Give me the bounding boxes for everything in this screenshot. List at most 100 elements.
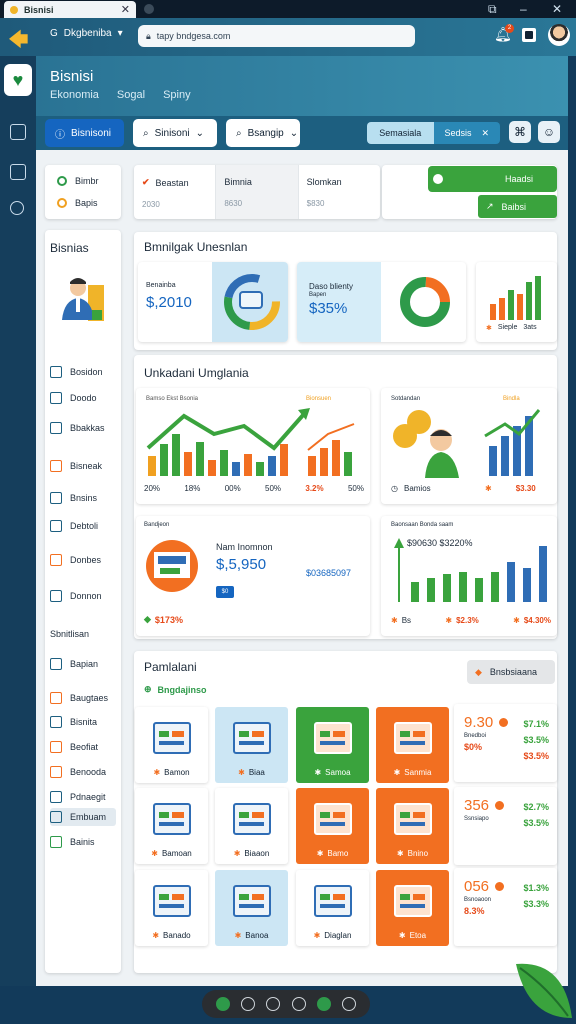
sidebar-item-label: Embuam xyxy=(70,812,107,822)
close-icon[interactable]: ✕ xyxy=(481,128,489,139)
segment-a[interactable]: Semasiala xyxy=(367,122,434,144)
stat-card-a[interactable]: Benainba $,2010 xyxy=(138,262,288,342)
favicon-icon xyxy=(10,5,18,14)
segmented-control[interactable]: Semasiala Sedsis ✕ xyxy=(367,122,500,144)
tile[interactable]: ✱ Biaaon xyxy=(215,788,288,864)
document-icon[interactable] xyxy=(10,124,26,140)
brand-heart-icon[interactable]: ♥ xyxy=(4,64,32,96)
trend-card[interactable]: Bamso Ekst Bsonia Bionsuen 20% 18% 00% 5… xyxy=(136,388,370,504)
subnav-item[interactable]: Sogal xyxy=(117,89,145,101)
segment-b[interactable]: Sedsis ✕ xyxy=(433,122,500,144)
search-icon[interactable] xyxy=(10,201,24,215)
section-3-button[interactable]: ◆ Bnsbsiaana xyxy=(467,660,555,684)
tile[interactable]: ✱ Bamon xyxy=(135,707,208,783)
expand-icon[interactable]: ⌘ xyxy=(509,121,531,143)
dropdown-1[interactable]: ⌕ Sinisoni ⌄ xyxy=(133,119,217,147)
kpi-cell[interactable]: ✔ Beastan 2030 xyxy=(134,165,217,219)
sidebar-item[interactable]: Debtoli xyxy=(50,517,116,535)
primary-button[interactable]: ⓘ Bisnisoni xyxy=(45,119,124,147)
minimize-icon[interactable]: – xyxy=(520,2,527,16)
tile[interactable]: ✱ Banado xyxy=(135,870,208,946)
green-secondary-button[interactable]: ↗ Baibsi xyxy=(478,195,557,218)
back-arrow-icon[interactable]: 🡄 xyxy=(8,25,32,51)
section-3-link[interactable]: ⊕ Bngdajinso xyxy=(144,684,207,695)
kpi-cell[interactable]: Slomkan $830 xyxy=(299,165,380,219)
close-tab-icon[interactable]: ✕ xyxy=(121,3,130,16)
dropdown-2[interactable]: ⌕ Bsangip ⌄ xyxy=(226,119,300,147)
stat-card-b[interactable]: Daso blienty Bapen $35% xyxy=(297,262,466,342)
settings-icon[interactable]: ☺ xyxy=(538,121,560,143)
dock-app-icon[interactable] xyxy=(291,997,306,1011)
subnav-item[interactable]: Ekonomia xyxy=(50,89,99,101)
sidebar-item[interactable]: Bainis xyxy=(50,833,116,851)
sidebar-item[interactable]: Baugtaes xyxy=(50,689,116,707)
finance-card[interactable]: Bandjeon Nam Inomnon $,5,950 $0 $0368509… xyxy=(136,516,370,636)
tile-illustration-icon xyxy=(232,885,271,917)
stat-block[interactable]: 356 Ssnsiapo $2.7% $3.5% xyxy=(454,787,557,865)
sidebar-item[interactable]: Bisneak xyxy=(50,457,116,475)
home-icon[interactable] xyxy=(10,164,26,180)
tile[interactable]: ✱ Samoa xyxy=(296,707,369,783)
card-foot: ◆ $173% xyxy=(144,614,183,625)
dock-app-icon[interactable] xyxy=(240,997,255,1011)
sidebar-item[interactable]: Donnon xyxy=(50,587,116,605)
gear-icon: ✱ xyxy=(398,931,406,940)
tile[interactable]: ✱ Bnino xyxy=(376,788,449,864)
account-switcher[interactable]: G Dkgbeniba ▾ xyxy=(50,28,123,39)
stat-block[interactable]: 9.30 Bnedboi $0% $7.1% $3.5% $3.5% xyxy=(454,704,557,782)
tile-label: Bamon xyxy=(164,768,190,777)
sidebar-item[interactable]: Bapian xyxy=(50,655,116,673)
card-right-value: $03685097 xyxy=(306,568,352,578)
dock-app-icon[interactable] xyxy=(342,997,357,1011)
stat-block[interactable]: 056 Bsnoaoon 8.3% $1.3% $3.3% xyxy=(454,868,557,946)
tick-label: 50% xyxy=(347,484,364,493)
url-field[interactable]: 🔒︎ tapy bndgesa.com xyxy=(138,25,415,47)
sidebar-item[interactable]: Bosidon xyxy=(50,363,116,381)
card-tag: Bionsuen xyxy=(306,396,332,402)
stat-card-foot: ✱ Sieple 3ats xyxy=(486,324,537,332)
tile[interactable]: ✱ Bamoan xyxy=(135,788,208,864)
stat-card-c[interactable]: ✱ Sieple 3ats xyxy=(476,262,557,342)
sidebar-item[interactable]: Donbes xyxy=(50,551,116,569)
tile[interactable]: ✱ Banoa xyxy=(215,870,288,946)
subnav-item[interactable]: Spiny xyxy=(163,89,191,101)
sidebar-item[interactable]: Embuam xyxy=(50,808,116,826)
tile-label: Biaa xyxy=(248,768,265,777)
tile-label: Diaglan xyxy=(324,931,352,940)
chat-cycle-icon xyxy=(224,274,280,330)
tile[interactable]: ✱ Etoa xyxy=(376,870,449,946)
sidebar-item[interactable]: Bisnita xyxy=(50,713,116,731)
sidebar-item-icon xyxy=(50,658,62,670)
close-window-icon[interactable]: ✕ xyxy=(552,2,562,16)
tile[interactable]: ✱ Biaa xyxy=(215,707,288,783)
gear-icon: ✱ xyxy=(316,849,324,858)
sidebar-item-icon xyxy=(50,692,62,704)
sidebar-item[interactable]: Beofiat xyxy=(50,738,116,756)
tile[interactable]: ✱ Sanmia xyxy=(376,707,449,783)
green-action-button[interactable]: Haadsi xyxy=(428,166,557,192)
stat-card-extra: 3ats xyxy=(523,324,537,331)
sidebar-item[interactable]: Doodo xyxy=(50,389,116,407)
sidebar-item[interactable]: Bnsins xyxy=(50,489,116,507)
add-icon: ⊕ xyxy=(144,684,152,694)
person-chart-card[interactable]: Sotdandan Bindla ◷ Bamios ✱ $3.30 xyxy=(381,388,557,504)
sidebar-item[interactable]: Bbakkas xyxy=(50,419,116,437)
sidebar-item[interactable]: Benooda xyxy=(50,763,116,781)
window-icon[interactable]: ⧉ xyxy=(488,2,497,17)
tile[interactable]: ✱ Bamo xyxy=(296,788,369,864)
avatar[interactable] xyxy=(548,24,570,46)
legend-dot-icon xyxy=(57,198,67,208)
kpi-cell[interactable]: Bimnia 8630 xyxy=(216,165,299,219)
tile-illustration-icon xyxy=(232,722,271,754)
dock-app-icon[interactable] xyxy=(215,997,230,1011)
new-tab-icon[interactable] xyxy=(144,4,154,14)
apps-icon[interactable] xyxy=(522,28,536,42)
stat-r1: $2.7% xyxy=(523,802,549,812)
legend-label: Bimbr xyxy=(75,176,99,186)
tile[interactable]: ✱ Diaglan xyxy=(296,870,369,946)
growth-card[interactable]: Baonsaan Bonda saam $90630 $3220% ✱ Bs ✱ $… xyxy=(381,516,557,636)
dock-app-icon[interactable] xyxy=(316,997,331,1011)
browser-tab[interactable]: Bisnisi ✕ xyxy=(4,1,136,18)
dock-app-icon[interactable] xyxy=(266,997,281,1011)
sidebar-item[interactable]: Pdnaegit xyxy=(50,788,116,806)
